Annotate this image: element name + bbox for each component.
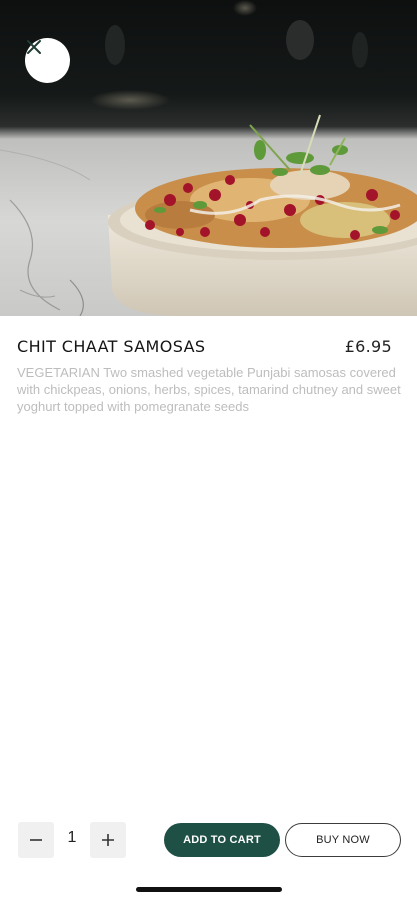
add-to-cart-button[interactable]: ADD TO CART: [164, 823, 280, 857]
home-indicator[interactable]: [136, 887, 282, 892]
close-icon: [27, 40, 41, 54]
close-button[interactable]: [25, 38, 70, 83]
buy-now-button[interactable]: BUY NOW: [285, 823, 401, 857]
plus-icon: [102, 834, 114, 846]
product-description: VEGETARIAN Two smashed vegetable Punjabi…: [17, 365, 401, 414]
product-price: £6.95: [344, 337, 392, 356]
quantity-increment-button[interactable]: [90, 822, 126, 858]
minus-icon: [30, 839, 42, 841]
quantity-decrement-button[interactable]: [18, 822, 54, 858]
quantity-value: 1: [67, 829, 77, 846]
product-image: [0, 0, 417, 316]
product-title: CHIT CHAAT SAMOSAS: [17, 337, 206, 356]
product-header: CHIT CHAAT SAMOSAS £6.95: [17, 337, 392, 356]
